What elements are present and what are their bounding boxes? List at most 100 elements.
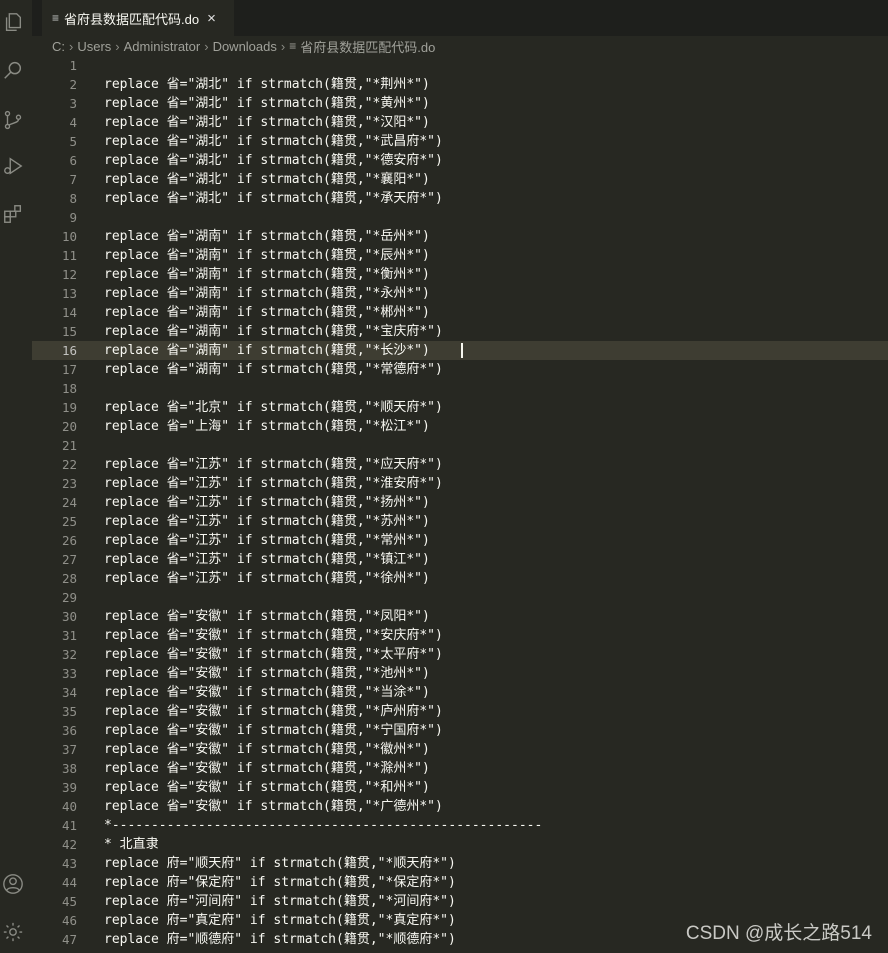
code-text[interactable]: replace 省="湖南" if strmatch(籍贯,"*常德府*") (104, 360, 443, 379)
code-line[interactable]: 18 (32, 379, 888, 398)
code-line[interactable]: 2 replace 省="湖北" if strmatch(籍贯,"*荆州*") (32, 75, 888, 94)
code-line[interactable]: 39 replace 省="安徽" if strmatch(籍贯,"*和州*") (32, 778, 888, 797)
code-text[interactable]: replace 省="湖南" if strmatch(籍贯,"*郴州*") (104, 303, 430, 322)
code-text[interactable]: replace 府="保定府" if strmatch(籍贯,"*保定府*") (104, 873, 456, 892)
code-line[interactable]: 13 replace 省="湖南" if strmatch(籍贯,"*永州*") (32, 284, 888, 303)
code-line[interactable]: 8 replace 省="湖北" if strmatch(籍贯,"*承天府*") (32, 189, 888, 208)
code-line[interactable]: 10 replace 省="湖南" if strmatch(籍贯,"*岳州*") (32, 227, 888, 246)
code-line[interactable]: 19 replace 省="北京" if strmatch(籍贯,"*顺天府*") (32, 398, 888, 417)
account-icon[interactable] (0, 870, 26, 898)
code-line[interactable]: 36 replace 省="安徽" if strmatch(籍贯,"*宁国府*") (32, 721, 888, 740)
code-text[interactable]: replace 省="湖北" if strmatch(籍贯,"*武昌府*") (104, 132, 443, 151)
code-text[interactable]: replace 省="江苏" if strmatch(籍贯,"*镇江*") (104, 550, 430, 569)
breadcrumb-item[interactable]: C: (52, 39, 65, 54)
code-line[interactable]: 40 replace 省="安徽" if strmatch(籍贯,"*广德州*") (32, 797, 888, 816)
code-text[interactable]: * 北直隶 (104, 835, 159, 854)
breadcrumb-item[interactable]: Administrator (124, 39, 201, 54)
code-editor[interactable]: 1 2 replace 省="湖北" if strmatch(籍贯,"*荆州*") 3… (32, 56, 888, 953)
code-text[interactable]: replace 省="湖南" if strmatch(籍贯,"*辰州*") (104, 246, 430, 265)
code-line[interactable]: 4 replace 省="湖北" if strmatch(籍贯,"*汉阳*") (32, 113, 888, 132)
code-line[interactable]: 44 replace 府="保定府" if strmatch(籍贯,"*保定府*"… (32, 873, 888, 892)
source-control-icon[interactable] (0, 106, 26, 134)
code-line[interactable]: 21 (32, 436, 888, 455)
code-text[interactable]: replace 府="河间府" if strmatch(籍贯,"*河间府*") (104, 892, 456, 911)
code-text[interactable]: replace 省="湖北" if strmatch(籍贯,"*德安府*") (104, 151, 443, 170)
breadcrumb-item[interactable]: Users (77, 39, 111, 54)
code-text[interactable]: replace 省="安徽" if strmatch(籍贯,"*庐州府*") (104, 702, 443, 721)
code-text[interactable]: replace 省="安徽" if strmatch(籍贯,"*滁州*") (104, 759, 430, 778)
code-line[interactable]: 30 replace 省="安徽" if strmatch(籍贯,"*凤阳*") (32, 607, 888, 626)
code-text[interactable]: replace 省="安徽" if strmatch(籍贯,"*安庆府*") (104, 626, 443, 645)
code-line[interactable]: 15 replace 省="湖南" if strmatch(籍贯,"*宝庆府*") (32, 322, 888, 341)
code-text[interactable]: replace 省="湖北" if strmatch(籍贯,"*承天府*") (104, 189, 443, 208)
settings-gear-icon[interactable] (0, 918, 26, 946)
code-text[interactable]: replace 省="湖北" if strmatch(籍贯,"*荆州*") (104, 75, 430, 94)
breadcrumb-item[interactable]: 省府县数据匹配代码.do (300, 37, 435, 56)
code-text[interactable]: replace 省="安徽" if strmatch(籍贯,"*当涂*") (104, 683, 430, 702)
code-text[interactable]: replace 省="江苏" if strmatch(籍贯,"*常州*") (104, 531, 430, 550)
code-text[interactable]: replace 省="湖北" if strmatch(籍贯,"*黄州*") (104, 94, 430, 113)
code-text[interactable]: replace 省="安徽" if strmatch(籍贯,"*池州*") (104, 664, 430, 683)
code-text[interactable]: replace 省="湖南" if strmatch(籍贯,"*衡州*") (104, 265, 430, 284)
code-text[interactable]: replace 府="顺天府" if strmatch(籍贯,"*顺天府*") (104, 854, 456, 873)
code-text[interactable]: replace 省="湖南" if strmatch(籍贯,"*宝庆府*") (104, 322, 443, 341)
code-line[interactable]: 33 replace 省="安徽" if strmatch(籍贯,"*池州*") (32, 664, 888, 683)
files-icon[interactable] (0, 8, 26, 36)
code-line[interactable]: 24 replace 省="江苏" if strmatch(籍贯,"*扬州*") (32, 493, 888, 512)
code-line[interactable]: 31 replace 省="安徽" if strmatch(籍贯,"*安庆府*") (32, 626, 888, 645)
code-line[interactable]: 26 replace 省="江苏" if strmatch(籍贯,"*常州*") (32, 531, 888, 550)
code-text[interactable]: replace 省="江苏" if strmatch(籍贯,"*苏州*") (104, 512, 430, 531)
code-line[interactable]: 9 (32, 208, 888, 227)
tab-active-file[interactable]: ≡ 省府县数据匹配代码.do × (42, 0, 234, 36)
code-text[interactable]: *---------------------------------------… (104, 816, 542, 835)
code-text[interactable]: replace 省="上海" if strmatch(籍贯,"*松江*") (104, 417, 430, 436)
code-line[interactable]: 42 * 北直隶 (32, 835, 888, 854)
code-line[interactable]: 45 replace 府="河间府" if strmatch(籍贯,"*河间府*"… (32, 892, 888, 911)
code-line[interactable]: 20 replace 省="上海" if strmatch(籍贯,"*松江*") (32, 417, 888, 436)
code-line[interactable]: 35 replace 省="安徽" if strmatch(籍贯,"*庐州府*") (32, 702, 888, 721)
extensions-icon[interactable] (0, 200, 26, 228)
code-line[interactable]: 16 replace 省="湖南" if strmatch(籍贯,"*长沙*") (32, 341, 888, 360)
code-text[interactable]: replace 省="湖南" if strmatch(籍贯,"*长沙*") (104, 341, 430, 360)
search-icon[interactable] (0, 56, 26, 84)
code-line[interactable]: 1 (32, 56, 888, 75)
code-line[interactable]: 38 replace 省="安徽" if strmatch(籍贯,"*滁州*") (32, 759, 888, 778)
code-line[interactable]: 27 replace 省="江苏" if strmatch(籍贯,"*镇江*") (32, 550, 888, 569)
code-text[interactable]: replace 省="安徽" if strmatch(籍贯,"*太平府*") (104, 645, 443, 664)
code-line[interactable]: 14 replace 省="湖南" if strmatch(籍贯,"*郴州*") (32, 303, 888, 322)
code-line[interactable]: 11 replace 省="湖南" if strmatch(籍贯,"*辰州*") (32, 246, 888, 265)
code-text[interactable]: replace 省="江苏" if strmatch(籍贯,"*扬州*") (104, 493, 430, 512)
code-line[interactable]: 34 replace 省="安徽" if strmatch(籍贯,"*当涂*") (32, 683, 888, 702)
code-line[interactable]: 3 replace 省="湖北" if strmatch(籍贯,"*黄州*") (32, 94, 888, 113)
code-line[interactable]: 17 replace 省="湖南" if strmatch(籍贯,"*常德府*") (32, 360, 888, 379)
breadcrumb-item[interactable]: Downloads (213, 39, 277, 54)
code-text[interactable]: replace 省="湖北" if strmatch(籍贯,"*汉阳*") (104, 113, 430, 132)
close-icon[interactable]: × (207, 10, 216, 27)
code-line[interactable]: 12 replace 省="湖南" if strmatch(籍贯,"*衡州*") (32, 265, 888, 284)
code-line[interactable]: 23 replace 省="江苏" if strmatch(籍贯,"*淮安府*") (32, 474, 888, 493)
code-line[interactable]: 37 replace 省="安徽" if strmatch(籍贯,"*徽州*") (32, 740, 888, 759)
code-line[interactable]: 7 replace 省="湖北" if strmatch(籍贯,"*襄阳*") (32, 170, 888, 189)
code-text[interactable]: replace 省="安徽" if strmatch(籍贯,"*和州*") (104, 778, 430, 797)
code-text[interactable]: replace 省="湖南" if strmatch(籍贯,"*永州*") (104, 284, 430, 303)
run-debug-icon[interactable] (0, 152, 26, 180)
code-text[interactable]: replace 省="安徽" if strmatch(籍贯,"*宁国府*") (104, 721, 443, 740)
code-line[interactable]: 29 (32, 588, 888, 607)
code-text[interactable]: replace 省="安徽" if strmatch(籍贯,"*徽州*") (104, 740, 430, 759)
code-text[interactable]: replace 省="安徽" if strmatch(籍贯,"*凤阳*") (104, 607, 430, 626)
code-line[interactable]: 43 replace 府="顺天府" if strmatch(籍贯,"*顺天府*"… (32, 854, 888, 873)
code-text[interactable]: replace 省="江苏" if strmatch(籍贯,"*徐州*") (104, 569, 430, 588)
code-line[interactable]: 41 *-------------------------------------… (32, 816, 888, 835)
code-text[interactable]: replace 省="北京" if strmatch(籍贯,"*顺天府*") (104, 398, 443, 417)
code-line[interactable]: 6 replace 省="湖北" if strmatch(籍贯,"*德安府*") (32, 151, 888, 170)
code-text[interactable]: replace 府="真定府" if strmatch(籍贯,"*真定府*") (104, 911, 456, 930)
code-line[interactable]: 5 replace 省="湖北" if strmatch(籍贯,"*武昌府*") (32, 132, 888, 151)
code-line[interactable]: 28 replace 省="江苏" if strmatch(籍贯,"*徐州*") (32, 569, 888, 588)
code-text[interactable]: replace 省="安徽" if strmatch(籍贯,"*广德州*") (104, 797, 443, 816)
code-line[interactable]: 25 replace 省="江苏" if strmatch(籍贯,"*苏州*") (32, 512, 888, 531)
code-text[interactable]: replace 府="顺德府" if strmatch(籍贯,"*顺德府*") (104, 930, 456, 949)
code-line[interactable]: 22 replace 省="江苏" if strmatch(籍贯,"*应天府*") (32, 455, 888, 474)
code-text[interactable]: replace 省="江苏" if strmatch(籍贯,"*应天府*") (104, 455, 443, 474)
code-text[interactable]: replace 省="湖北" if strmatch(籍贯,"*襄阳*") (104, 170, 430, 189)
code-text[interactable]: replace 省="江苏" if strmatch(籍贯,"*淮安府*") (104, 474, 443, 493)
